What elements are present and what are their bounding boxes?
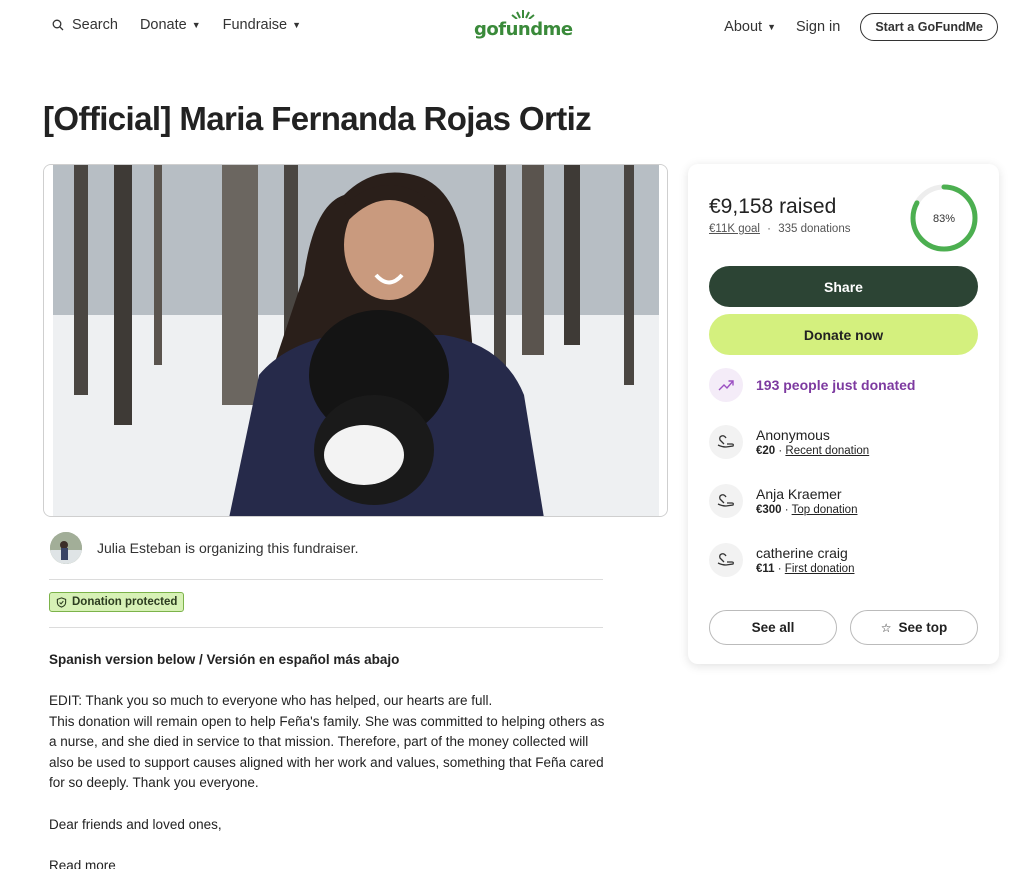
donor-tag-link[interactable]: Recent donation <box>785 445 869 457</box>
logo-text: gofundme <box>474 19 573 40</box>
start-gofundme-label: Start a GoFundMe <box>875 20 983 34</box>
organizer-text: Julia Esteban is organizing this fundrai… <box>97 540 359 556</box>
donate-menu-label: Donate <box>139 17 187 33</box>
story-paragraph: Dear friends and loved ones, <box>49 816 222 832</box>
about-menu-label: About <box>724 19 763 35</box>
avatar-photo <box>50 532 82 564</box>
donate-now-button[interactable]: Donate now <box>709 314 978 355</box>
goal-link[interactable]: €11K goal <box>709 223 760 235</box>
search-icon <box>52 19 64 31</box>
trend-icon-badge <box>709 368 743 402</box>
trend-text: 193 people just donated <box>756 377 916 393</box>
progress-percent-label: 83% <box>933 213 955 225</box>
donor-meta: €11 · First donation <box>756 563 855 575</box>
see-top-button[interactable]: ☆ See top <box>850 610 978 645</box>
see-top-label: See top <box>898 620 948 635</box>
story-heading: Spanish version below / Versión en españ… <box>49 652 400 667</box>
star-icon: ☆ <box>880 620 892 635</box>
progress-ring: 83% <box>910 184 978 252</box>
site-header: Search Donate ▼ Fundraise ▼ gofundme Abo… <box>0 0 1024 54</box>
donor-amount: €300 <box>756 504 782 516</box>
donation-count: 335 donations <box>778 223 851 235</box>
gofundme-logo[interactable]: gofundme <box>474 10 573 40</box>
divider <box>49 579 603 580</box>
caret-down-icon: ▼ <box>292 20 302 30</box>
caret-down-icon: ▼ <box>767 22 776 32</box>
share-button[interactable]: Share <box>709 266 978 307</box>
trending-up-icon <box>718 380 734 391</box>
fundraiser-photo <box>43 164 668 517</box>
nav-right: About ▼ Sign in Start a GoFundMe <box>724 13 998 41</box>
fundraiser-photo-illustration <box>44 165 667 516</box>
organizer-row: Julia Esteban is organizing this fundrai… <box>50 532 358 564</box>
donor-name: Anonymous <box>756 427 830 443</box>
donor-tag-link[interactable]: First donation <box>785 563 855 575</box>
goal-summary: €11K goal · 335 donations <box>709 223 850 235</box>
start-gofundme-button[interactable]: Start a GoFundMe <box>860 13 998 41</box>
divider <box>49 627 603 628</box>
logo-sprout-icon <box>511 10 535 19</box>
signin-label: Sign in <box>796 19 841 35</box>
heart-hand-icon <box>717 494 734 507</box>
fundraise-menu-label: Fundraise <box>222 17 288 33</box>
caret-down-icon: ▼ <box>191 20 201 30</box>
donor-amount: €11 <box>756 563 775 575</box>
donor-item: Anja Kraemer €300 · Top donation <box>709 484 857 518</box>
heart-hand-icon <box>717 553 734 566</box>
story-paragraph: EDIT: Thank you so much to everyone who … <box>49 693 605 791</box>
search-label: Search <box>72 17 118 33</box>
donor-meta: €20 · Recent donation <box>756 445 870 457</box>
donor-name: catherine craig <box>756 545 848 561</box>
donor-meta: €300 · Top donation <box>756 504 858 516</box>
page-title: [Official] Maria Fernanda Rojas Ortiz <box>43 100 592 137</box>
fundraiser-story: Spanish version below / Versión en españ… <box>49 650 609 869</box>
donation-sidebar: €9,158 raised €11K goal · 335 donations … <box>688 164 999 664</box>
donor-icon-badge <box>709 543 743 577</box>
donor-amount: €20 <box>756 445 776 457</box>
fundraise-menu[interactable]: Fundraise ▼ <box>223 17 301 33</box>
separator: · <box>767 223 771 235</box>
about-menu[interactable]: About ▼ <box>724 19 776 35</box>
heart-hand-icon <box>717 435 734 448</box>
signin-link[interactable]: Sign in <box>796 19 840 35</box>
organizer-avatar[interactable] <box>50 532 82 564</box>
nav-left: Search Donate ▼ Fundraise ▼ <box>52 17 323 33</box>
donation-protected-badge[interactable]: Donation protected <box>49 592 185 612</box>
shield-icon <box>56 596 67 608</box>
see-all-button[interactable]: See all <box>709 610 837 645</box>
donation-protected-label: Donation protected <box>72 596 178 608</box>
recent-donations-trend: 193 people just donated <box>709 368 915 402</box>
donor-icon-badge <box>709 484 743 518</box>
search-button[interactable]: Search <box>52 17 118 33</box>
amount-raised: €9,158 raised <box>709 195 837 218</box>
donor-item: Anonymous €20 · Recent donation <box>709 425 869 459</box>
donor-item: catherine craig €11 · First donation <box>709 543 854 577</box>
read-more-link[interactable]: Read more <box>49 856 609 869</box>
donate-menu[interactable]: Donate ▼ <box>140 17 201 33</box>
donor-name: Anja Kraemer <box>756 486 842 502</box>
donor-icon-badge <box>709 425 743 459</box>
donor-tag-link[interactable]: Top donation <box>792 504 858 516</box>
